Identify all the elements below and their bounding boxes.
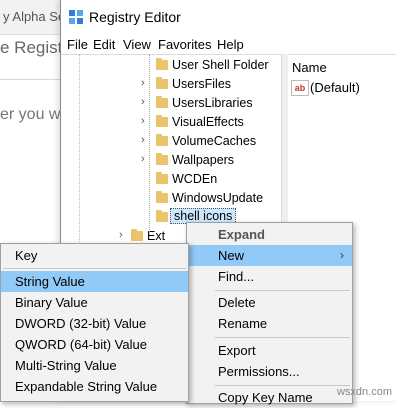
menu-item-label: New <box>218 248 245 263</box>
menu-item-label: Find... <box>218 269 255 284</box>
tree-item-label: UsersLibraries <box>172 96 253 110</box>
tree-item[interactable]: User Shell Folder <box>61 56 281 75</box>
submenu-item-dword-value[interactable]: DWORD (32-bit) Value <box>1 313 188 334</box>
chevron-right-icon[interactable]: › <box>141 134 145 146</box>
menu-item-export[interactable]: Export <box>187 340 352 361</box>
tree-item-label: VolumeCaches <box>172 134 257 148</box>
tree-item-label: VisualEffects <box>172 115 244 129</box>
chevron-right-icon: › <box>340 248 344 262</box>
tree-item-label: Wallpapers <box>172 153 235 167</box>
menu-separator <box>215 337 350 338</box>
menu-item-delete[interactable]: Delete <box>187 292 352 313</box>
tree-item-label: WCDEn <box>172 172 218 186</box>
submenu-item-binary-value[interactable]: Binary Value <box>1 292 188 313</box>
tree-item[interactable]: › Wallpapers <box>61 151 281 170</box>
menu-edit[interactable]: Edit <box>93 37 115 52</box>
menu-item-expand[interactable]: Expand <box>187 224 352 245</box>
menu-item-label: Export <box>218 343 256 358</box>
tree-item[interactable]: WCDEn <box>61 170 281 189</box>
window-title: Registry Editor <box>89 9 181 25</box>
page-body-text: er you wa <box>0 106 70 123</box>
registry-editor-icon <box>69 10 83 24</box>
menu-separator <box>215 290 350 291</box>
folder-icon <box>156 153 168 165</box>
folder-icon <box>156 58 168 70</box>
folder-icon <box>156 115 168 127</box>
menu-separator <box>3 268 186 269</box>
menu-item-label: Binary Value <box>15 295 88 310</box>
chevron-right-icon[interactable]: › <box>141 115 145 127</box>
menu-separator <box>215 385 350 386</box>
menu-item-find[interactable]: Find... <box>187 266 352 287</box>
menu-item-permissions[interactable]: Permissions... <box>187 361 352 382</box>
menu-item-rename[interactable]: Rename <box>187 313 352 334</box>
new-submenu: Key String Value Binary Value DWORD (32-… <box>0 243 189 402</box>
submenu-item-qword-value[interactable]: QWORD (64-bit) Value <box>1 334 188 355</box>
menu-item-label: Expandable String Value <box>15 379 158 394</box>
folder-icon <box>156 191 168 203</box>
string-value-icon: ab <box>291 80 309 96</box>
menu-item-label: Permissions... <box>218 364 300 379</box>
menu-item-label: Delete <box>218 295 256 310</box>
tree-item[interactable]: › VisualEffects <box>61 113 281 132</box>
menu-item-new[interactable]: New › <box>187 245 352 266</box>
menu-item-label: QWORD (64-bit) Value <box>15 337 147 352</box>
folder-icon <box>156 172 168 184</box>
menu-item-label: Key <box>15 248 38 263</box>
menu-view[interactable]: View <box>123 37 151 52</box>
menu-item-label: DWORD (32-bit) Value <box>15 316 147 331</box>
watermark: wsxdn.com <box>336 386 392 398</box>
folder-icon <box>156 210 168 222</box>
tree-item[interactable]: › VolumeCaches <box>61 132 281 151</box>
menu-favorites[interactable]: Favorites <box>158 37 211 52</box>
menu-item-label: Copy Key Name <box>218 390 313 405</box>
menu-item-label: String Value <box>15 274 85 289</box>
context-menu: Expand New › Find... Delete Rename Expor… <box>186 222 353 405</box>
menu-bar: File Edit View Favorites Help <box>61 34 396 54</box>
menu-item-label: Rename <box>218 316 268 331</box>
chevron-right-icon[interactable]: › <box>141 77 145 89</box>
value-name: (Default) <box>310 80 360 95</box>
menu-item-label: Expand <box>218 227 265 242</box>
menu-file[interactable]: File <box>67 37 88 52</box>
menu-item-copy-key-name[interactable]: Copy Key Name <box>187 387 352 408</box>
menu-help[interactable]: Help <box>217 37 244 52</box>
chevron-right-icon[interactable]: › <box>119 229 123 241</box>
folder-icon <box>156 134 168 146</box>
menu-item-label: Multi-String Value <box>15 358 117 373</box>
folder-icon <box>156 77 168 89</box>
chevron-right-icon[interactable]: › <box>141 153 145 165</box>
tree-item[interactable]: › UsersFiles <box>61 75 281 94</box>
submenu-item-multi-string-value[interactable]: Multi-String Value <box>1 355 188 376</box>
tree-item-label: WindowsUpdate <box>172 191 264 205</box>
tree-item-label: User Shell Folder <box>172 58 269 72</box>
chevron-right-icon[interactable]: › <box>141 96 145 108</box>
tree-item[interactable]: WindowsUpdate <box>61 189 281 208</box>
submenu-item-key[interactable]: Key <box>1 245 188 266</box>
submenu-item-expandable-string-value[interactable]: Expandable String Value <box>1 376 188 397</box>
title-bar[interactable]: Registry Editor <box>61 0 396 34</box>
folder-icon <box>156 96 168 108</box>
tree-guide-line <box>149 54 150 232</box>
column-header-name[interactable]: Name <box>292 60 327 75</box>
tree-item-label: UsersFiles <box>172 77 232 91</box>
tree-guide-line <box>79 54 80 244</box>
tree-item[interactable]: › UsersLibraries <box>61 94 281 113</box>
submenu-item-string-value[interactable]: String Value <box>1 271 188 292</box>
folder-icon <box>131 229 143 241</box>
